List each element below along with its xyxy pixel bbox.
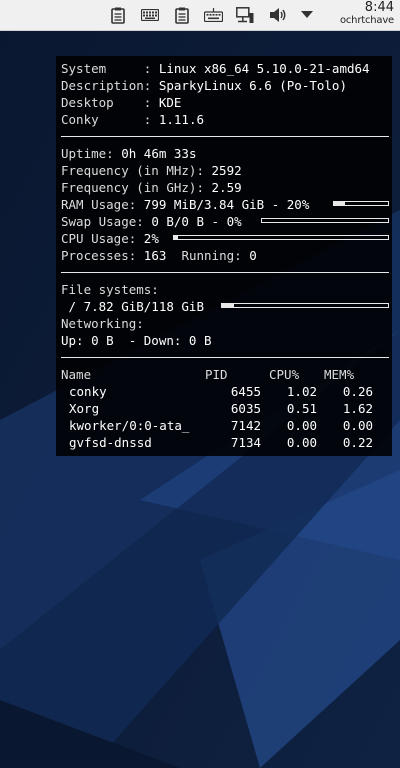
process-row: gvfsd-dnssd 7134 0.00 0.22: [61, 434, 390, 451]
process-row: conky 6455 1.02 0.26: [61, 383, 390, 400]
running-value: 0: [249, 248, 257, 263]
process-row: kworker/0:0-ata_ 7142 0.00 0.00: [61, 417, 390, 434]
system-value: Linux x86_64 5.10.0-21-amd64: [158, 61, 370, 76]
description-label: Description:: [61, 78, 152, 93]
top-panel: 8:44 ochrtchave: [0, 0, 400, 31]
arrow-down-icon[interactable]: [297, 5, 317, 25]
clipboard-icon[interactable]: [172, 5, 192, 25]
process-pid: 6035: [230, 401, 261, 416]
conky-widget: System : Linux x86_64 5.10.0-21-amd64 De…: [56, 56, 392, 456]
divider: [61, 136, 389, 137]
process-cpu: 0.51: [286, 401, 317, 416]
system-label: System :: [61, 61, 152, 76]
col-cpu-header: CPU%: [269, 367, 300, 382]
conky-version-label: Conky :: [61, 112, 152, 127]
process-mem: 1.62: [342, 401, 373, 416]
divider: [61, 357, 389, 358]
process-name: Xorg: [69, 401, 100, 416]
process-name: kworker/0:0-ata_: [69, 418, 190, 433]
ram-row: RAM Usage: 799 MiB/3.84 GiB - 20%: [61, 196, 390, 213]
description-row: Description: SparkyLinux 6.6 (Po-Tolo): [61, 77, 390, 94]
divider: [61, 272, 389, 273]
ram-bar-fill: [334, 202, 345, 205]
cpu-value: 2%: [143, 231, 159, 246]
process-pid: 7142: [230, 418, 261, 433]
cpu-row: CPU Usage: 2%: [61, 230, 390, 247]
filesystem-bar: [221, 303, 389, 308]
filesystem-root-row: / 7.82 GiB/118 GiB: [61, 298, 390, 315]
networking-label: Networking:: [61, 316, 144, 331]
keyboard-layout-icon[interactable]: [140, 5, 160, 25]
desktop-label: Desktop :: [61, 95, 152, 110]
swap-label: Swap Usage:: [61, 214, 144, 229]
keyboard-icon[interactable]: [203, 5, 223, 25]
uptime-row: Uptime: 0h 46m 33s: [61, 145, 390, 162]
freq-mhz-label: Frequency (in MHz):: [61, 163, 204, 178]
process-cpu: 1.02: [286, 384, 317, 399]
running-label: Running:: [181, 248, 242, 263]
col-name-header: Name: [61, 367, 92, 382]
freq-mhz-row: Frequency (in MHz): 2592: [61, 162, 390, 179]
freq-ghz-label: Frequency (in GHz):: [61, 180, 204, 195]
process-table-body: conky 6455 1.02 0.26 Xorg 6035 0.51 1.62 kworker…: [61, 383, 390, 451]
processes-row: Processes: 163 Running: 0: [61, 247, 390, 264]
swap-bar: [261, 218, 389, 223]
cpu-bar: [173, 235, 389, 240]
conky-version-value: 1.11.6: [158, 112, 204, 127]
ram-bar: [333, 201, 389, 206]
process-cpu: 0.00: [286, 435, 317, 450]
process-pid: 7134: [230, 435, 261, 450]
process-cpu: 0.00: [286, 418, 317, 433]
process-mem: 0.26: [342, 384, 373, 399]
col-mem-header: MEM%: [324, 367, 355, 382]
network-icon[interactable]: [235, 5, 255, 25]
description-value: SparkyLinux 6.6 (Po-Tolo): [158, 78, 347, 93]
filesystems-label: File systems:: [61, 282, 159, 297]
process-name: gvfsd-dnssd: [69, 435, 152, 450]
processes-value: 163: [143, 248, 167, 263]
conky-version-row: Conky : 1.11.6: [61, 111, 390, 128]
col-pid-header: PID: [205, 367, 228, 382]
process-table-header: Name PID CPU% MEM%: [61, 366, 390, 383]
freq-ghz-value: 2.59: [211, 180, 242, 195]
ram-value: 799 MiB/3.84 GiB - 20%: [143, 197, 310, 212]
freq-ghz-row: Frequency (in GHz): 2.59: [61, 179, 390, 196]
process-mem: 0.00: [342, 418, 373, 433]
volume-icon[interactable]: [268, 5, 288, 25]
process-row: Xorg 6035 0.51 1.62: [61, 400, 390, 417]
clipboard-icon[interactable]: [108, 5, 128, 25]
desktop-row: Desktop : KDE: [61, 94, 390, 111]
cpu-bar-fill: [174, 236, 179, 239]
ram-label: RAM Usage:: [61, 197, 137, 212]
uptime-label: Uptime:: [61, 146, 114, 161]
clock-time: 8:44: [364, 0, 394, 15]
process-name: conky: [69, 384, 107, 399]
cpu-label: CPU Usage:: [61, 231, 137, 246]
processes-label: Processes:: [61, 248, 137, 263]
swap-row: Swap Usage: 0 B/0 B - 0%: [61, 213, 390, 230]
freq-mhz-value: 2592: [211, 163, 242, 178]
uptime-value: 0h 46m 33s: [121, 146, 197, 161]
process-mem: 0.22: [342, 435, 373, 450]
filesystem-bar-fill: [222, 304, 234, 307]
system-row: System : Linux x86_64 5.10.0-21-amd64: [61, 60, 390, 77]
desktop-value: KDE: [158, 95, 182, 110]
clock-date: ochrtchave: [339, 15, 394, 26]
clock[interactable]: 8:44 ochrtchave: [334, 1, 394, 27]
swap-value: 0 B/0 B - 0%: [151, 214, 242, 229]
process-pid: 6455: [230, 384, 261, 399]
networking-value: Up: 0 B - Down: 0 B: [61, 333, 212, 348]
filesystem-root-value: / 7.82 GiB/118 GiB: [61, 299, 204, 314]
